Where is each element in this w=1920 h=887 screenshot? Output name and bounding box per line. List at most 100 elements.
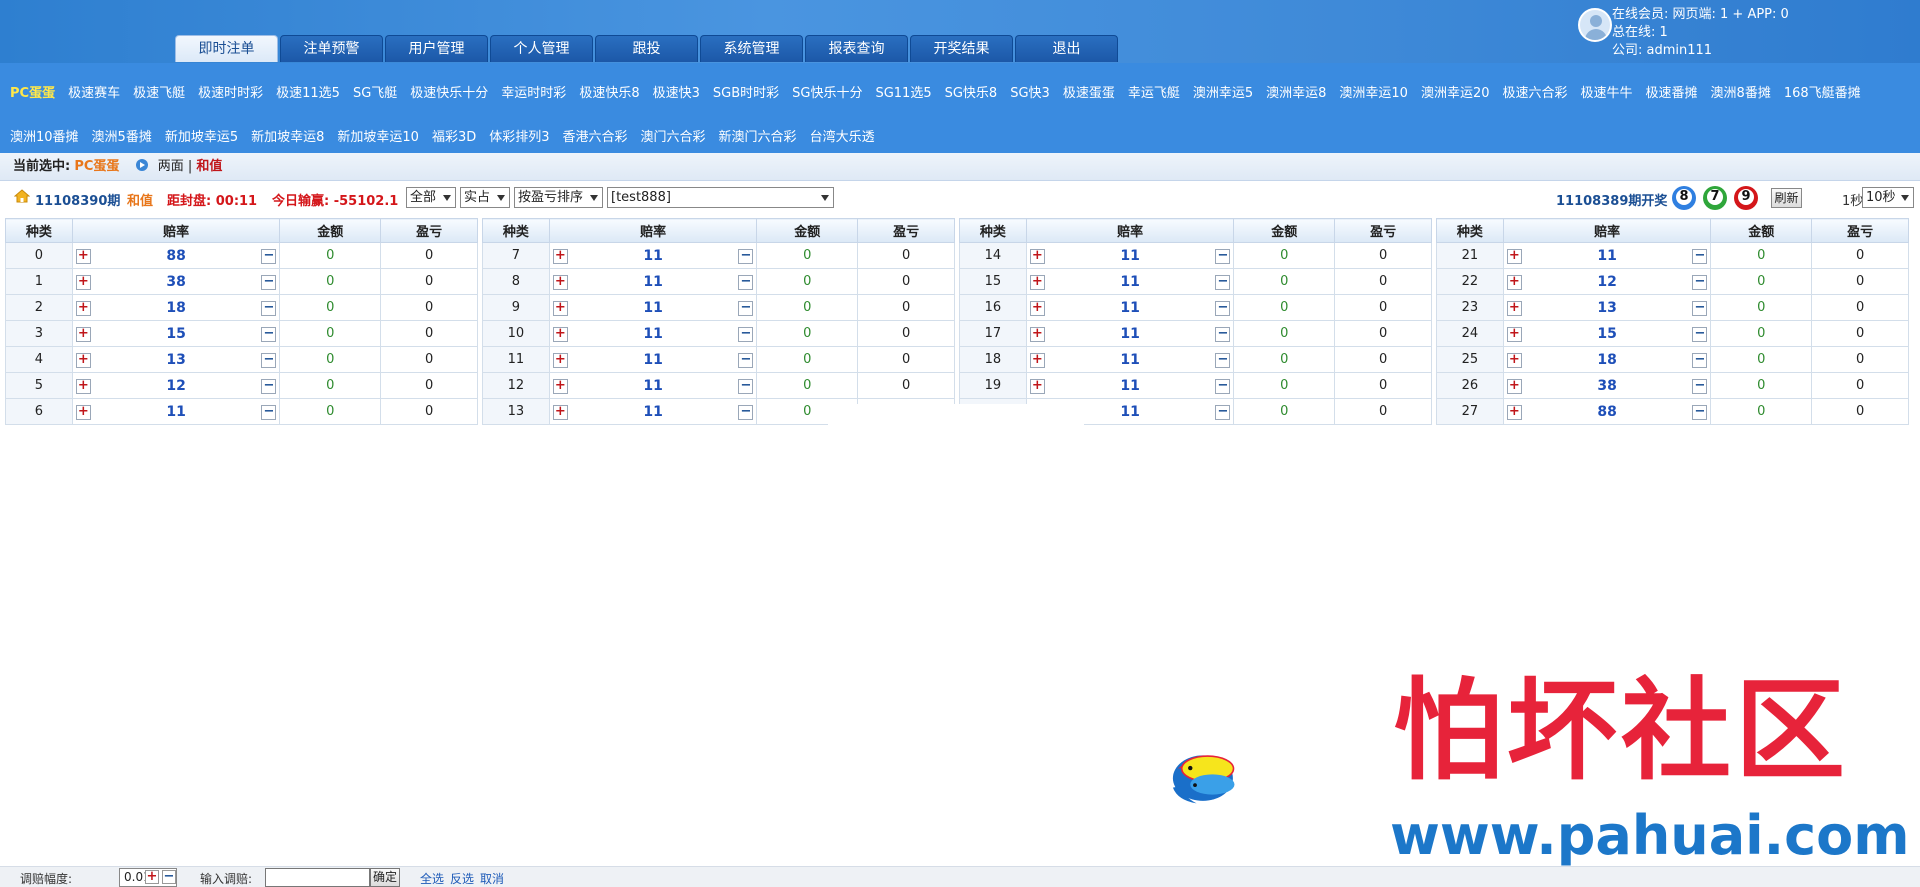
tab-main[interactable]: 退出	[1015, 35, 1118, 62]
scope-select[interactable]: 全部	[406, 187, 456, 208]
game-link[interactable]: 极速时时彩	[198, 82, 263, 101]
game-link[interactable]: 澳洲幸运8	[1266, 82, 1326, 101]
odds-value[interactable]: 88	[166, 248, 185, 264]
odds-value[interactable]: 11	[1120, 404, 1139, 420]
game-link[interactable]: SG11选5	[875, 82, 931, 101]
tab-main[interactable]: 开奖结果	[910, 35, 1013, 62]
game-link[interactable]: 澳洲5番摊	[92, 126, 152, 145]
plus-icon[interactable]: +	[552, 301, 568, 316]
minus-icon[interactable]: −	[1692, 353, 1708, 368]
game-link[interactable]: 新加坡幸运10	[337, 126, 419, 145]
cancel-link[interactable]: 取消	[480, 870, 504, 887]
minus-icon[interactable]: −	[738, 301, 754, 316]
confirm-button[interactable]: 确定	[370, 868, 400, 887]
odds-value[interactable]: 13	[1597, 300, 1616, 316]
minus-icon[interactable]: −	[1215, 275, 1231, 290]
plus-icon[interactable]: +	[552, 249, 568, 264]
game-link[interactable]: 澳门六合彩	[641, 126, 706, 145]
plus-icon[interactable]: +	[552, 327, 568, 342]
minus-icon[interactable]: −	[1692, 379, 1708, 394]
real-share-select[interactable]: 实占	[460, 187, 510, 208]
tab-main[interactable]: 跟投	[595, 35, 698, 62]
decrease-button[interactable]: −	[162, 870, 176, 884]
minus-icon[interactable]: −	[261, 353, 277, 368]
plus-icon[interactable]: +	[552, 405, 568, 420]
plus-icon[interactable]: +	[1506, 275, 1522, 290]
odds-value[interactable]: 38	[166, 274, 185, 290]
game-link[interactable]: 极速快乐8	[579, 82, 639, 101]
plus-icon[interactable]: +	[1506, 249, 1522, 264]
minus-icon[interactable]: −	[738, 405, 754, 420]
minus-icon[interactable]: −	[1215, 379, 1231, 394]
game-link[interactable]: 168飞艇番摊	[1784, 82, 1861, 101]
plus-icon[interactable]: +	[1029, 353, 1045, 368]
minus-icon[interactable]: −	[261, 249, 277, 264]
odds-value[interactable]: 11	[643, 326, 662, 342]
minus-icon[interactable]: −	[1692, 405, 1708, 420]
plus-icon[interactable]: +	[1029, 301, 1045, 316]
game-link[interactable]: SG快乐8	[945, 82, 998, 101]
plus-icon[interactable]: +	[552, 353, 568, 368]
plus-icon[interactable]: +	[552, 275, 568, 290]
odds-value[interactable]: 11	[1120, 326, 1139, 342]
odds-value[interactable]: 11	[643, 404, 662, 420]
odds-value[interactable]: 11	[1120, 300, 1139, 316]
odds-value[interactable]: 11	[643, 352, 662, 368]
minus-icon[interactable]: −	[738, 327, 754, 342]
game-link[interactable]: 新加坡幸运8	[251, 126, 324, 145]
game-link[interactable]: 澳洲幸运5	[1193, 82, 1253, 101]
game-link[interactable]: 极速牛牛	[1581, 82, 1633, 101]
minus-icon[interactable]: −	[738, 249, 754, 264]
plus-icon[interactable]: +	[1029, 379, 1045, 394]
odds-value[interactable]: 12	[166, 378, 185, 394]
minus-icon[interactable]: −	[1215, 405, 1231, 420]
odds-value[interactable]: 15	[166, 326, 185, 342]
odds-value[interactable]: 18	[166, 300, 185, 316]
game-link[interactable]: 澳洲幸运10	[1339, 82, 1408, 101]
odds-value[interactable]: 12	[1597, 274, 1616, 290]
current-game[interactable]: PC蛋蛋	[74, 159, 119, 174]
odds-value[interactable]: 15	[1597, 326, 1616, 342]
odds-value[interactable]: 11	[643, 248, 662, 264]
plus-icon[interactable]: +	[1029, 275, 1045, 290]
increase-button[interactable]: +	[145, 870, 159, 884]
odds-value[interactable]: 38	[1597, 378, 1616, 394]
refresh-interval-select[interactable]: 10秒	[1862, 187, 1914, 208]
minus-icon[interactable]: −	[261, 301, 277, 316]
game-link[interactable]: 体彩排列3	[489, 126, 549, 145]
current-sub[interactable]: 和值	[196, 159, 222, 174]
minus-icon[interactable]: −	[1692, 301, 1708, 316]
plus-icon[interactable]: +	[1029, 249, 1045, 264]
odds-value[interactable]: 11	[1120, 248, 1139, 264]
game-link[interactable]: SGB时时彩	[713, 82, 779, 101]
minus-icon[interactable]: −	[261, 327, 277, 342]
game-link[interactable]: 极速番摊	[1646, 82, 1698, 101]
user-select[interactable]: [test888]	[607, 187, 834, 208]
game-link[interactable]: 极速飞艇	[133, 82, 185, 101]
minus-icon[interactable]: −	[261, 275, 277, 290]
plus-icon[interactable]: +	[552, 379, 568, 394]
tab-main[interactable]: 用户管理	[385, 35, 488, 62]
plus-icon[interactable]: +	[75, 327, 91, 342]
odds-value[interactable]: 11	[643, 300, 662, 316]
game-link[interactable]: 澳洲10番摊	[10, 126, 79, 145]
game-link[interactable]: 极速11选5	[276, 82, 340, 101]
plus-icon[interactable]: +	[75, 353, 91, 368]
odds-value[interactable]: 11	[643, 274, 662, 290]
minus-icon[interactable]: −	[738, 379, 754, 394]
game-link[interactable]: 新澳门六合彩	[719, 126, 797, 145]
plus-icon[interactable]: +	[75, 379, 91, 394]
game-link[interactable]: 幸运时时彩	[501, 82, 566, 101]
game-link[interactable]: 极速快3	[653, 82, 700, 101]
minus-icon[interactable]: −	[738, 275, 754, 290]
game-link[interactable]: 新加坡幸运5	[165, 126, 238, 145]
game-link[interactable]: 澳洲8番摊	[1711, 82, 1771, 101]
game-link[interactable]: 极速快乐十分	[410, 82, 488, 101]
tab-main[interactable]: 报表查询	[805, 35, 908, 62]
game-link[interactable]: SG飞艇	[353, 82, 397, 101]
minus-icon[interactable]: −	[1215, 301, 1231, 316]
game-link[interactable]: 澳洲幸运20	[1421, 82, 1490, 101]
plus-icon[interactable]: +	[75, 405, 91, 420]
game-link[interactable]: 台湾大乐透	[810, 126, 875, 145]
game-link[interactable]: 极速赛车	[68, 82, 120, 101]
